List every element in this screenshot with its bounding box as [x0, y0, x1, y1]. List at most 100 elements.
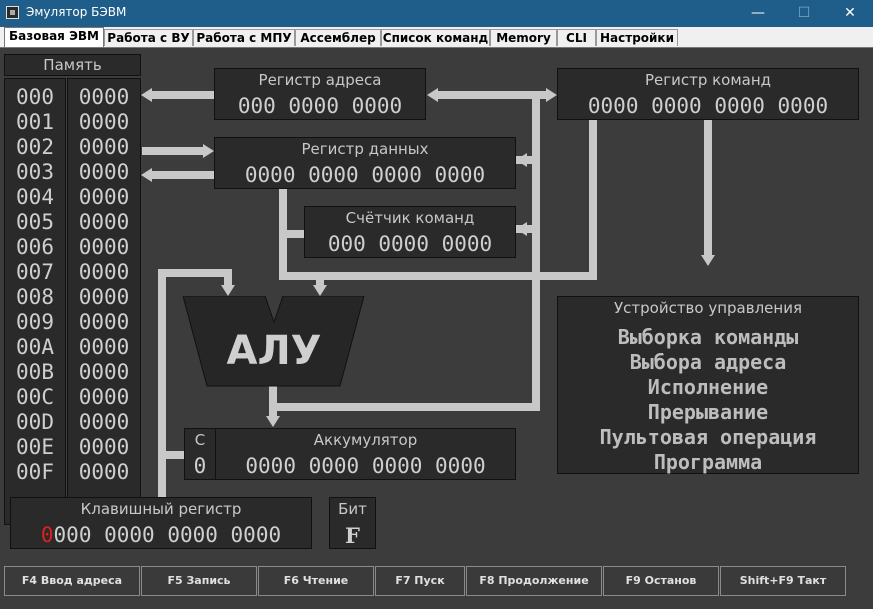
line-ar-to-memory [150, 91, 216, 99]
memory-value[interactable]: 0000 [68, 210, 140, 235]
read-button[interactable]: F6 Чтение [258, 566, 374, 596]
memory-address: 005 [16, 210, 54, 234]
arrow-memory-in [141, 168, 152, 182]
memory-value[interactable]: 0000 [68, 435, 140, 460]
memory-address: 003 [16, 160, 54, 184]
memory-address: 00C [16, 385, 54, 409]
memory-value[interactable]: 0000 [68, 135, 140, 160]
line-to-alu-right [279, 272, 597, 280]
keyboard-register-value[interactable]: 0000 0000 0000 0000 [11, 523, 311, 547]
arrow-accumulator-input [266, 416, 280, 427]
tab-basic-computer[interactable]: Базовая ЭВМ [4, 27, 104, 47]
command-register: Регистр команд 0000 0000 0000 0000 [557, 68, 859, 120]
carry-flag-label: C [194, 431, 206, 449]
tact-button[interactable]: Shift+F9 Такт [720, 566, 846, 596]
cu-state-console: Пультовая операция [599, 425, 817, 449]
memory-address: 004 [16, 185, 54, 209]
memory-value[interactable]: 0000 [68, 235, 140, 260]
arrow-dr-left-in [203, 144, 214, 158]
accumulator-value: 0000 0000 0000 0000 [245, 454, 486, 478]
memory-value[interactable]: 0000 [68, 335, 140, 360]
memory-value-column: 0000 0000 0000 0000 0000 0000 0000 0000 … [67, 78, 141, 525]
command-register-title: Регистр команд [644, 71, 772, 89]
memory-value[interactable]: 0000 [68, 385, 140, 410]
control-unit-title: Устройство управления [614, 299, 802, 317]
keyboard-register: Клавишный регистр 0000 0000 0000 0000 [10, 497, 312, 549]
memory-value[interactable]: 0000 [68, 410, 140, 435]
memory-value[interactable]: 0000 [68, 285, 140, 310]
maximize-button[interactable]: ☐ [781, 0, 827, 27]
tab-mpu[interactable]: Работа с МПУ [193, 29, 295, 46]
memory-value[interactable]: 0000 [68, 310, 140, 335]
arrow-counter-right-in [516, 222, 527, 236]
program-counter-title: Счётчик команд [345, 209, 475, 227]
app-icon [6, 6, 19, 19]
stop-button[interactable]: F9 Останов [603, 566, 719, 596]
arrow-alu-right-input [313, 285, 327, 296]
keyboard-register-cursor-digit[interactable]: 0 [41, 523, 54, 547]
line-cr-to-ar [438, 91, 546, 99]
keyboard-register-rest[interactable]: 000 0000 0000 0000 [54, 523, 282, 547]
tab-settings[interactable]: Настройки [596, 29, 678, 46]
continue-button[interactable]: F8 Продолжение [466, 566, 602, 596]
accumulator-body: Аккумулятор 0000 0000 0000 0000 [216, 429, 515, 479]
cu-state-interrupt: Прерывание [647, 400, 769, 424]
address-register-title: Регистр адреса [258, 71, 382, 89]
address-register: Регистр адреса 000 0000 0000 [214, 68, 426, 120]
accumulator-title: Аккумулятор [313, 431, 418, 449]
tab-io-devices[interactable]: Работа с ВУ [104, 29, 193, 46]
bit-indicator: Бит F [329, 497, 376, 549]
line-to-alu-left [158, 269, 232, 277]
memory-value[interactable]: 0000 [68, 360, 140, 385]
accumulator: C 0 Аккумулятор 0000 0000 0000 0000 [184, 428, 516, 480]
memory-address: 00D [16, 410, 54, 434]
memory-address: 002 [16, 135, 54, 159]
memory-address: 007 [16, 260, 54, 284]
data-register: Регистр данных 0000 0000 0000 0000 [214, 137, 516, 189]
memory-value[interactable]: 0000 [68, 85, 140, 110]
memory-header: Память [4, 54, 141, 76]
arrow-cu-input [701, 255, 715, 266]
tab-memory[interactable]: Memory [490, 29, 557, 46]
arrow-memory-left [141, 88, 152, 102]
memory-value[interactable]: 0000 [68, 185, 140, 210]
line-alu-left-input [224, 269, 232, 285]
line-cr-to-cu [704, 120, 712, 255]
line-memory-to-dr [142, 147, 203, 155]
memory-value[interactable]: 0000 [68, 260, 140, 285]
memory-address: 009 [16, 310, 54, 334]
arrow-dr-right-in [516, 153, 527, 167]
tab-command-list[interactable]: Список команд [381, 29, 490, 46]
bit-title: Бит [338, 500, 367, 518]
line-left-bus [158, 269, 166, 499]
carry-flag-value: 0 [193, 454, 207, 478]
control-unit: Устройство управления Выборка команды Вы… [557, 296, 859, 474]
memory-value[interactable]: 0000 [68, 110, 140, 135]
tab-assembler[interactable]: Ассемблер [295, 29, 381, 46]
bit-value: F [345, 523, 360, 548]
address-register-value: 000 0000 0000 [237, 94, 403, 118]
close-button[interactable]: ✕ [827, 0, 873, 27]
carry-flag: C 0 [185, 429, 216, 479]
memory-address: 00F [16, 460, 54, 484]
memory-address: 00B [16, 360, 54, 384]
memory-address: 00A [16, 335, 54, 359]
arrow-alu-left-input [221, 285, 235, 296]
cu-state-execute: Исполнение [647, 375, 769, 399]
memory-value[interactable]: 0000 [68, 160, 140, 185]
window-title: Эмулятор БЭВМ [26, 5, 127, 19]
line-right-bus [532, 99, 540, 411]
start-button[interactable]: F7 Пуск [375, 566, 465, 596]
tab-cli[interactable]: CLI [557, 29, 596, 46]
keyboard-register-title: Клавишный регистр [80, 500, 242, 518]
data-register-value: 0000 0000 0000 0000 [244, 163, 486, 187]
enter-address-button[interactable]: F4 Ввод адреса [4, 566, 140, 596]
program-counter: Счётчик команд 000 0000 0000 [304, 206, 516, 258]
alu-label: АЛУ [226, 328, 322, 374]
line-counter-left [287, 230, 304, 238]
line-bus-to-alu-out [277, 403, 540, 411]
write-button[interactable]: F5 Запись [141, 566, 257, 596]
minimize-button[interactable]: — [735, 0, 781, 27]
memory-value[interactable]: 0000 [68, 460, 140, 485]
memory-address: 001 [16, 110, 54, 134]
